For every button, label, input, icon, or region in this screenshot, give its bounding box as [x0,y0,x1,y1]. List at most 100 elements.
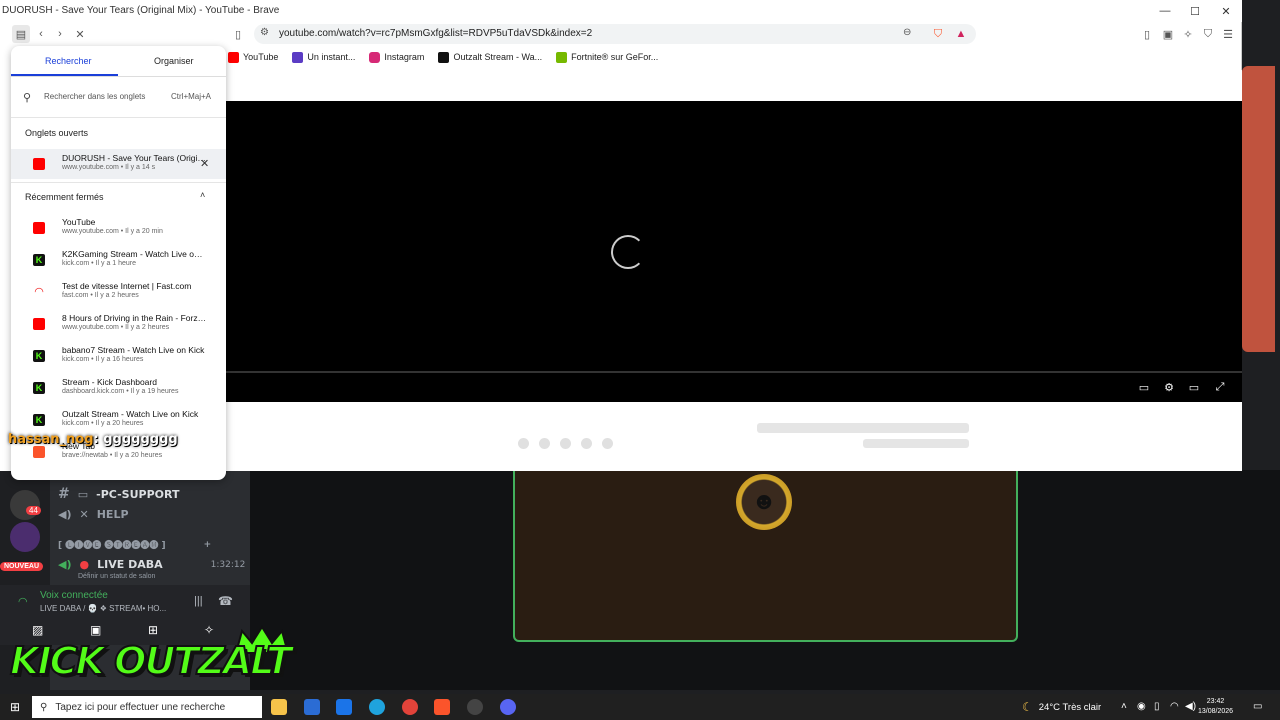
skeleton-dot [602,438,613,449]
notifications-icon[interactable]: ▭ [1253,701,1262,712]
menu-icon[interactable]: ☰ [1219,25,1237,43]
fast-speedometer-icon: ◠ [33,286,45,298]
chrome-icon[interactable] [402,699,418,715]
category-label: [ 🅛🅘🅥🅔 🅢🅣🅡🅔🅐🅜 ] [58,541,166,551]
bookmark-item[interactable]: Un instant... [292,51,356,63]
zoom-icon[interactable]: ⊖ [903,27,911,38]
windows-start-icon[interactable]: ⊞ [10,700,20,714]
fullscreen-icon[interactable]: ⤢ [1213,380,1227,394]
wallet-icon[interactable]: ▣ [1159,25,1177,43]
site-settings-icon[interactable]: ⚙ [260,27,269,38]
voice-status-hint[interactable]: Définir un statut de salon [78,573,155,580]
closed-tab-item[interactable]: 8 Hours of Driving in the Rain - Forza H… [11,309,226,339]
close-tab-icon[interactable]: ✕ [200,157,209,170]
tab-search-icon[interactable]: ▤ [12,25,30,43]
maximize-button[interactable]: ☐ [1181,2,1209,20]
collapse-chevron-icon[interactable]: ˄ [200,190,205,200]
taskbar-search-box[interactable]: ⚲ Tapez ici pour effectuer une recherche [32,696,262,718]
instagram-icon [369,51,381,63]
obs-icon[interactable] [467,699,483,715]
chat-nickname: hassan_nog [8,432,94,447]
minimize-button[interactable]: — [1151,2,1179,20]
monitor-icon: ▭ [77,487,89,501]
tab-title: K2KGaming Stream - Watch Live on Kick [62,249,207,259]
closed-tab-item[interactable]: K Stream - Kick Dashboard dashboard.kick… [11,373,226,403]
new-badge: NOUVEAU [0,562,44,571]
brave-icon[interactable] [434,699,450,715]
outlook-icon[interactable] [336,699,352,715]
skeleton-dot [539,438,550,449]
closed-tab-item[interactable]: K babano7 Stream - Watch Live on Kick ki… [11,341,226,371]
sidebar-toggle-icon[interactable]: ▯ [1138,25,1156,43]
video-progress-bar[interactable] [226,371,1242,373]
bookmark-label: Outzalt Stream - Wa... [453,52,543,62]
bookmark-icon[interactable]: ▯ [229,25,247,43]
voice-connected-detail[interactable]: LIVE DABA / 💀 ❖ STREAM• HO... [40,604,166,613]
open-tabs-heading: Onglets ouverts [25,128,89,138]
discord-icon[interactable] [500,699,516,715]
video-player[interactable] [226,101,1242,402]
address-bar[interactable]: ⚙ youtube.com/watch?v=rc7pMsmGxfg&list=R… [254,24,976,44]
tab-organiser[interactable]: Organiser [154,56,194,66]
bookmark-label: Un instant... [307,52,356,62]
voice-channel-live[interactable]: ◀) ● LIVE DABA 1:32:12 [58,558,245,571]
server-icon[interactable] [10,522,40,552]
forward-icon[interactable]: › [51,25,69,43]
nvidia-icon [556,51,568,63]
noise-suppression-icon[interactable]: ||| [194,595,203,607]
stop-loading-icon[interactable]: ✕ [71,25,89,43]
leo-ai-icon[interactable]: ✧ [1179,25,1197,43]
search-icon: ⚲ [23,91,32,104]
speaker-icon: ◀) [58,508,72,521]
subtitles-icon[interactable]: ▭ [1137,380,1151,394]
volume-icon[interactable]: ◀) [1185,701,1196,712]
edge-icon[interactable] [369,699,385,715]
add-channel-icon[interactable]: + [204,540,212,550]
streamer-avatar: ☻ [736,474,792,530]
system-clock[interactable]: 23:42 13/08/2026 [1198,697,1233,717]
open-tab-item[interactable]: DUORUSH - Save Your Tears (Original Mix)… [11,149,226,179]
channel-pc-support[interactable]: # ▭ -PC-SUPPORT [58,486,179,502]
voice-channel-label: LIVE DABA [97,558,163,571]
brave-rewards-icon[interactable]: ▲ [952,25,970,43]
divider [11,76,226,77]
store-icon[interactable] [304,699,320,715]
closed-tab-item[interactable]: K Outzalt Stream - Watch Live on Kick ki… [11,405,226,435]
recently-closed-heading: Récemment fermés [25,192,104,202]
file-explorer-icon[interactable] [271,699,287,715]
loading-spinner-icon [611,235,645,269]
title-bar: DUORUSH - Save Your Tears (Original Mix)… [0,0,1242,22]
tray-chevron-icon[interactable]: ˄ [1121,701,1127,712]
windows-taskbar: ⊞ ⚲ Tapez ici pour effectuer une recherc… [0,694,1280,720]
closed-tab-item[interactable]: ◠ Test de vitesse Internet | Fast.com fa… [11,277,226,307]
bookmark-item[interactable]: Fortnite® sur GeFor... [556,51,658,63]
closed-tab-item[interactable]: YouTube www.youtube.com • Il y a 20 min [11,213,226,243]
category-live[interactable]: [ 🅛🅘🅥🅔 🅢🅣🅡🅔🅐🅜 ] + [58,538,212,552]
tab-search-field[interactable]: ⚲ Rechercher dans les onglets Ctrl+Maj+A [23,88,218,106]
tray-network-icon[interactable]: ▯ [1154,701,1160,712]
channel-help[interactable]: ◀) ✕ HELP [58,508,129,521]
brave-shields-icon[interactable]: ⛉ [929,25,947,43]
url-text[interactable]: youtube.com/watch?v=rc7pMsmGxfg&list=RDV… [279,28,592,39]
closed-tab-item[interactable]: K K2KGaming Stream - Watch Live on Kick … [11,245,226,275]
weather-widget[interactable]: ☾ 24°C Très clair [1022,700,1101,714]
server-icon[interactable] [10,490,40,520]
tab-rechercher[interactable]: Rechercher [45,56,92,66]
vpn-icon[interactable]: ⛉ [1199,25,1217,43]
bookmark-item[interactable]: YouTube [228,51,278,63]
tray-app-icon[interactable]: ◉ [1137,701,1146,712]
back-icon[interactable]: ‹ [32,25,50,43]
close-window-button[interactable]: ✕ [1212,2,1240,20]
youtube-icon [33,318,45,330]
wifi-icon[interactable]: ◠ [1170,701,1179,712]
bookmark-item[interactable]: Instagram [369,51,424,63]
tab-title: DUORUSH - Save Your Tears (Original Mix)… [62,153,207,163]
disconnect-icon[interactable]: ☎ [218,594,233,608]
stream-chat-overlay: hassan_nog: gggggggg [8,432,178,447]
signal-icon[interactable]: ◠ [18,595,28,608]
tools-icon: ✕ [79,508,89,521]
theater-mode-icon[interactable]: ▭ [1187,380,1201,394]
settings-gear-icon[interactable]: ⚙ [1162,380,1176,394]
bookmark-item[interactable]: Outzalt Stream - Wa... [438,51,543,63]
search-shortcut: Ctrl+Maj+A [171,92,212,101]
